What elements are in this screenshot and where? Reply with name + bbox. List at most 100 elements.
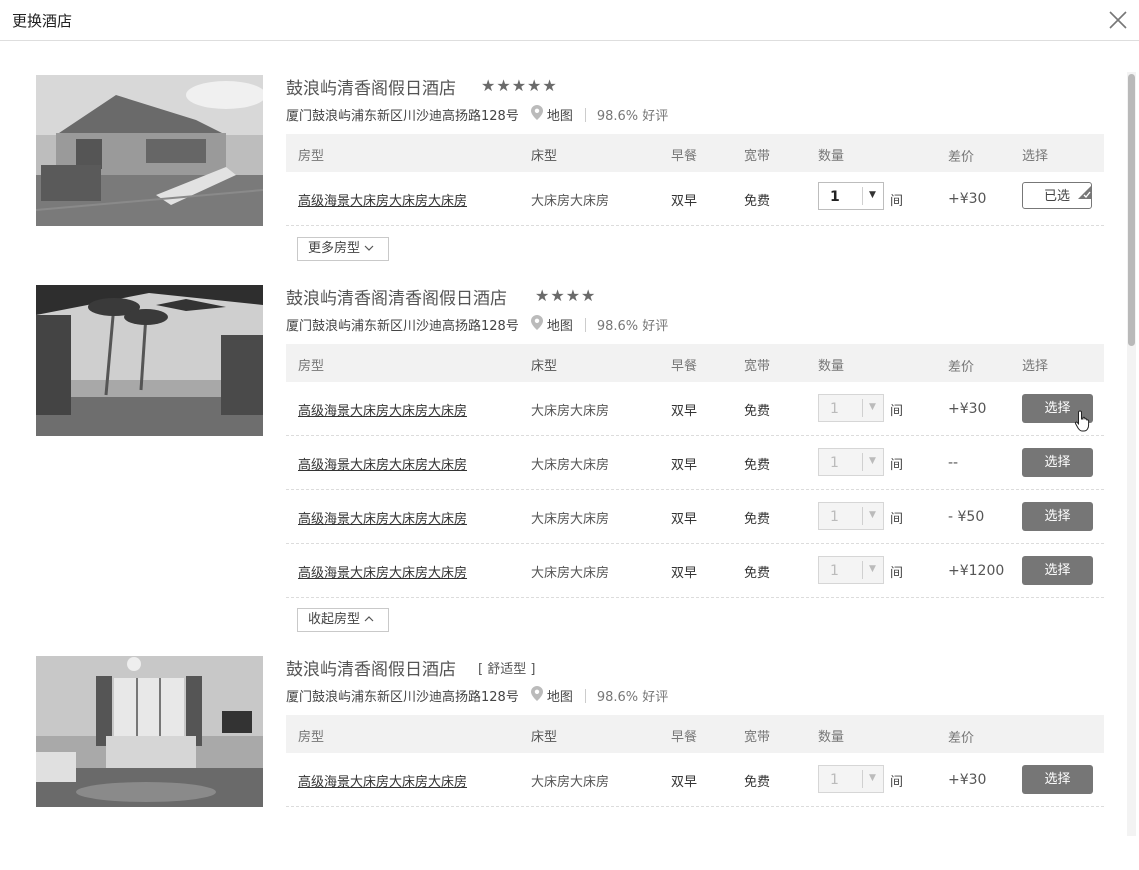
hotel-name[interactable]: 鼓浪屿清香阁假日酒店	[286, 655, 456, 680]
broadband: 免费	[744, 404, 771, 419]
divider	[862, 770, 863, 788]
room-table: 房型 床型 早餐 宽带 数量 差价 高级海景大床房大床房大床房 大床房大床房 双…	[286, 715, 1104, 807]
address-line: 厦门鼓浪屿浦东新区川沙迪高扬路128号 地图 98.6% 好评	[286, 686, 668, 705]
bed-type: 大床房大床房	[531, 194, 610, 209]
bed-type: 大床房大床房	[531, 512, 610, 527]
room-name-link[interactable]: 高级海景大床房大床房大床房	[298, 562, 467, 581]
table-header: 房型 床型 早餐 宽带 数量 差价	[286, 715, 1104, 753]
price-diff: +¥30	[948, 401, 987, 417]
col-quantity: 数量	[818, 359, 845, 374]
breakfast: 双早	[671, 566, 698, 581]
broadband: 免费	[744, 566, 771, 581]
caret-down-icon[interactable]: ▼	[869, 190, 876, 200]
caret-down-icon[interactable]: ▼	[869, 773, 876, 783]
quantity-select[interactable]: 1 ▼	[818, 502, 884, 530]
quantity-unit: 间	[890, 458, 904, 473]
close-icon[interactable]	[1107, 9, 1129, 31]
price-diff: --	[948, 455, 959, 471]
col-room: 房型	[298, 149, 325, 164]
address-line: 厦门鼓浪屿浦东新区川沙迪高扬路128号 地图 98.6% 好评	[286, 105, 668, 124]
caret-down-icon[interactable]: ▼	[869, 456, 876, 466]
selected-button[interactable]: 已选	[1022, 182, 1092, 209]
col-room: 房型	[298, 359, 325, 374]
room-name-link[interactable]: 高级海景大床房大床房大床房	[298, 454, 467, 473]
rating-text: 98.6% 好评	[596, 319, 669, 334]
more-rooms-button[interactable]: 更多房型	[297, 237, 389, 261]
table-row: 高级海景大床房大床房大床房 大床房大床房 双早 免费 1 ▼ 间 +¥30 选择	[286, 753, 1104, 807]
map-link[interactable]: 地图	[547, 686, 573, 705]
select-button[interactable]: 选择	[1022, 448, 1093, 477]
map-link[interactable]: 地图	[547, 105, 573, 124]
map-pin-icon[interactable]	[530, 315, 543, 334]
quantity-value: 1	[830, 401, 839, 417]
chevron-up-icon	[364, 612, 374, 627]
quantity-select[interactable]: 1 ▼	[818, 448, 884, 476]
room-table: 房型 床型 早餐 宽带 数量 差价 选择 高级海景大床房大床房大床房 大床房大床…	[286, 344, 1104, 598]
hotel-name[interactable]: 鼓浪屿清香阁假日酒店	[286, 74, 456, 99]
hand-cursor-icon	[1074, 410, 1092, 436]
star-rating: ★★★★★	[481, 76, 558, 95]
table-row: 高级海景大床房大床房大床房 大床房大床房 双早 免费 1 ▼ 间 +¥30 选择	[286, 382, 1104, 436]
dialog-title: 更换酒店	[12, 12, 73, 30]
quantity-value: 1	[830, 563, 839, 579]
caret-down-icon[interactable]: ▼	[869, 564, 876, 574]
col-breakfast: 早餐	[671, 149, 698, 164]
bed-type: 大床房大床房	[531, 404, 610, 419]
price-diff: +¥30	[948, 772, 987, 788]
quantity-unit: 间	[890, 194, 904, 209]
hotel-address: 厦门鼓浪屿浦东新区川沙迪高扬路128号	[286, 109, 519, 124]
broadband: 免费	[744, 775, 771, 790]
map-pin-icon[interactable]	[530, 105, 543, 124]
room-name-link[interactable]: 高级海景大床房大床房大床房	[298, 190, 467, 209]
breakfast: 双早	[671, 775, 698, 790]
quantity-value: 1	[830, 189, 840, 205]
hotel-photo[interactable]	[36, 75, 263, 226]
star-rating: ★★★★	[535, 286, 597, 305]
table-row: 高级海景大床房大床房大床房 大床房大床房 双早 免费 1 ▼ 间 - ¥50 选…	[286, 490, 1104, 544]
caret-down-icon[interactable]: ▼	[869, 510, 876, 520]
map-pin-icon[interactable]	[530, 686, 543, 705]
map-link[interactable]: 地图	[547, 315, 573, 334]
table-header: 房型 床型 早餐 宽带 数量 差价 选择	[286, 134, 1104, 172]
select-button[interactable]: 选择	[1022, 556, 1093, 585]
bed-type: 大床房大床房	[531, 566, 610, 581]
select-button[interactable]: 选择	[1022, 765, 1093, 794]
price-diff: +¥30	[948, 191, 987, 207]
breakfast: 双早	[671, 458, 698, 473]
change-hotel-dialog: 更换酒店 鼓浪屿清香阁假日酒店 ★★★★★ 厦门鼓浪屿浦东新区川沙迪高扬路128…	[0, 0, 1139, 870]
divider	[862, 453, 863, 471]
col-room: 房型	[298, 730, 325, 745]
rating-text: 98.6% 好评	[596, 690, 669, 705]
quantity-select[interactable]: 1 ▼	[818, 556, 884, 584]
caret-down-icon[interactable]: ▼	[869, 402, 876, 412]
room-name-link[interactable]: 高级海景大床房大床房大床房	[298, 400, 467, 419]
collapse-rooms-button[interactable]: 收起房型	[297, 608, 389, 632]
hotel-photo[interactable]	[36, 656, 263, 807]
divider	[584, 688, 586, 703]
room-name-link[interactable]: 高级海景大床房大床房大床房	[298, 771, 467, 790]
col-price-diff: 差价	[948, 731, 975, 746]
rating-text: 98.6% 好评	[596, 109, 669, 124]
col-price-diff: 差价	[948, 360, 975, 375]
scrollbar-thumb[interactable]	[1128, 74, 1135, 346]
select-button[interactable]: 选择	[1022, 502, 1093, 531]
table-row: 高级海景大床房大床房大床房 大床房大床房 双早 免费 1 ▼ 间 -- 选择	[286, 436, 1104, 490]
quantity-select[interactable]: 1 ▼	[818, 765, 884, 793]
hotel-photo[interactable]	[36, 285, 263, 436]
chevron-down-icon	[364, 241, 374, 256]
col-price-diff: 差价	[948, 150, 975, 165]
quantity-select[interactable]: 1 ▼	[818, 182, 884, 210]
col-bed: 床型	[531, 730, 558, 745]
room-name-link[interactable]: 高级海景大床房大床房大床房	[298, 508, 467, 527]
col-bed: 床型	[531, 359, 558, 374]
hotel-name[interactable]: 鼓浪屿清香阁清香阁假日酒店	[286, 284, 507, 309]
breakfast: 双早	[671, 512, 698, 527]
quantity-value: 1	[830, 455, 839, 471]
col-bed: 床型	[531, 149, 558, 164]
table-header: 房型 床型 早餐 宽带 数量 差价 选择	[286, 344, 1104, 382]
quantity-select[interactable]: 1 ▼	[818, 394, 884, 422]
quantity-unit: 间	[890, 775, 904, 790]
address-line: 厦门鼓浪屿浦东新区川沙迪高扬路128号 地图 98.6% 好评	[286, 315, 668, 334]
dialog-titlebar: 更换酒店	[0, 0, 1139, 41]
col-quantity: 数量	[818, 730, 845, 745]
